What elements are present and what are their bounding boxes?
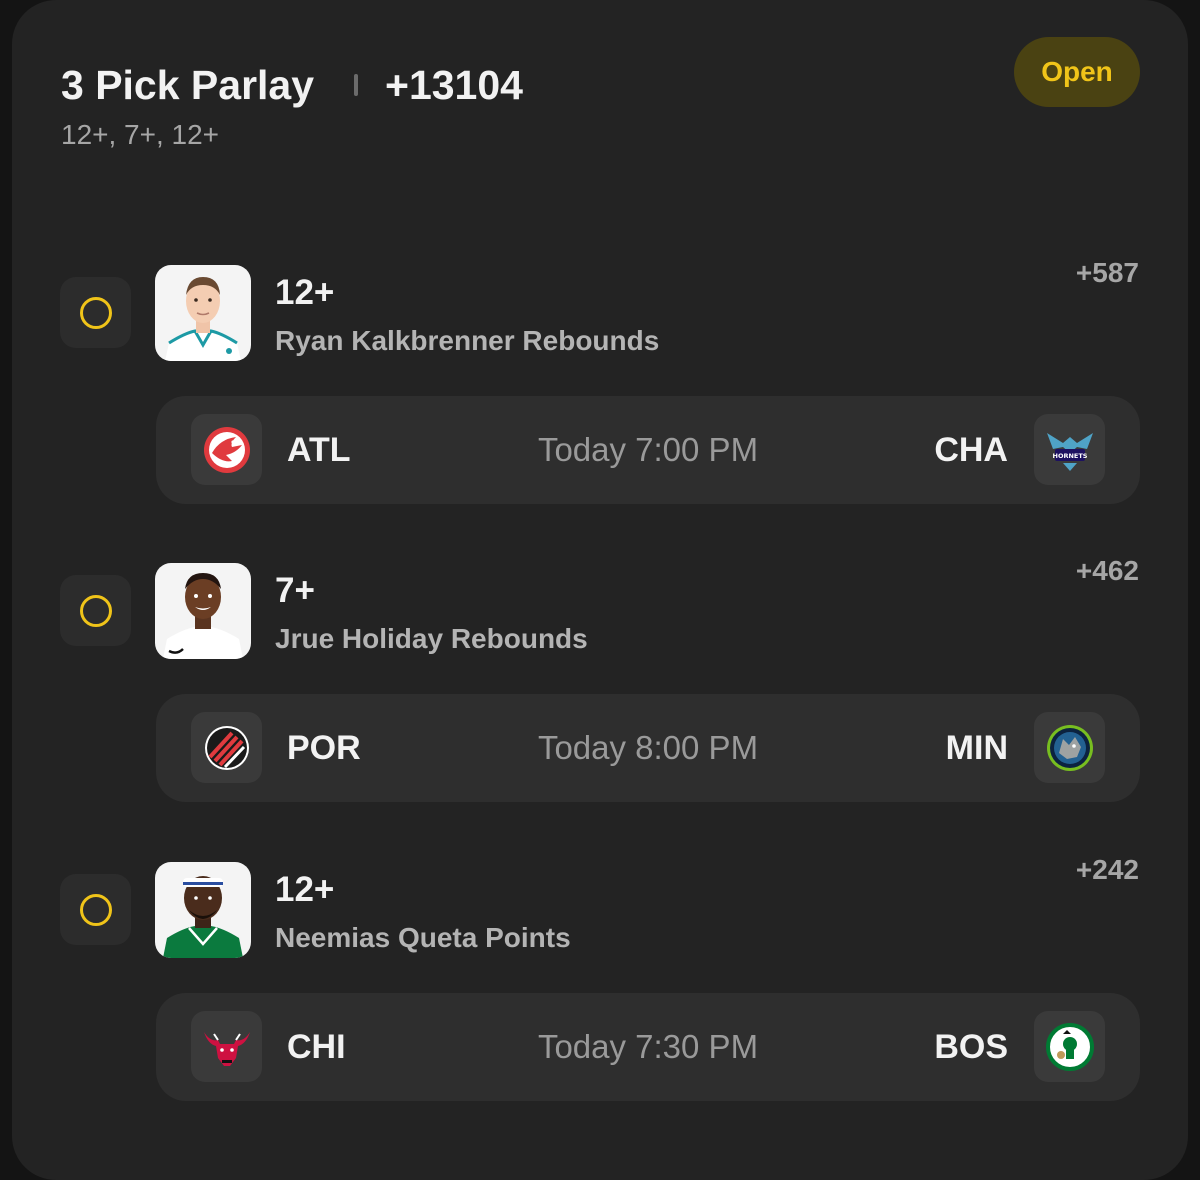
- leg-line: 7+: [275, 571, 315, 610]
- leg-player-market: Jrue Holiday Rebounds: [275, 623, 588, 654]
- parlay-legs-summary: 12+, 7+, 12+: [61, 119, 220, 150]
- leg-line: 12+: [275, 870, 335, 909]
- celtics-logo-icon: [1034, 1011, 1105, 1082]
- hornets-logo-icon: HORNETS: [1034, 414, 1105, 485]
- home-team: BOS: [934, 1028, 1008, 1066]
- leg-player-market: Ryan Kalkbrenner Rebounds: [275, 325, 660, 356]
- home-team: MIN: [945, 729, 1008, 767]
- player-headshot: [155, 862, 251, 958]
- status-badge[interactable]: Open: [1014, 37, 1140, 107]
- parlay-leg: 12+ Ryan Kalkbrenner Rebounds +587 ATL T…: [0, 257, 1200, 505]
- header-divider: [354, 74, 358, 96]
- pending-circle-icon: [79, 296, 112, 329]
- timberwolves-logo-icon: [1034, 712, 1105, 783]
- player-headshot: [155, 563, 251, 659]
- leg-status-indicator[interactable]: [60, 874, 131, 945]
- parlay-leg: 7+ Jrue Holiday Rebounds +462 POR Today …: [0, 555, 1200, 803]
- parlay-leg: 12+ Neemias Queta Points +242 CHI Today …: [0, 854, 1200, 1102]
- pending-circle-icon: [79, 893, 112, 926]
- leg-status-indicator[interactable]: [60, 277, 131, 348]
- game-matchup[interactable]: CHI Today 7:30 PM BOS: [156, 993, 1140, 1101]
- leg-line: 12+: [275, 273, 335, 312]
- pending-circle-icon: [79, 594, 112, 627]
- leg-odds: +587: [1075, 257, 1139, 288]
- leg-status-indicator[interactable]: [60, 575, 131, 646]
- leg-odds: +462: [1075, 555, 1139, 586]
- leg-odds: +242: [1075, 854, 1139, 885]
- parlay-title: 3 Pick Parlay: [61, 62, 315, 108]
- game-matchup[interactable]: POR Today 8:00 PM MIN: [156, 694, 1140, 802]
- home-team: CHA: [934, 431, 1008, 469]
- hornets-wordmark: HORNETS: [1052, 452, 1087, 460]
- player-headshot: [155, 265, 251, 361]
- game-matchup[interactable]: ATL Today 7:00 PM CHA HORNETS: [156, 396, 1140, 504]
- parlay-odds: +13104: [385, 62, 523, 108]
- leg-player-market: Neemias Queta Points: [275, 922, 571, 953]
